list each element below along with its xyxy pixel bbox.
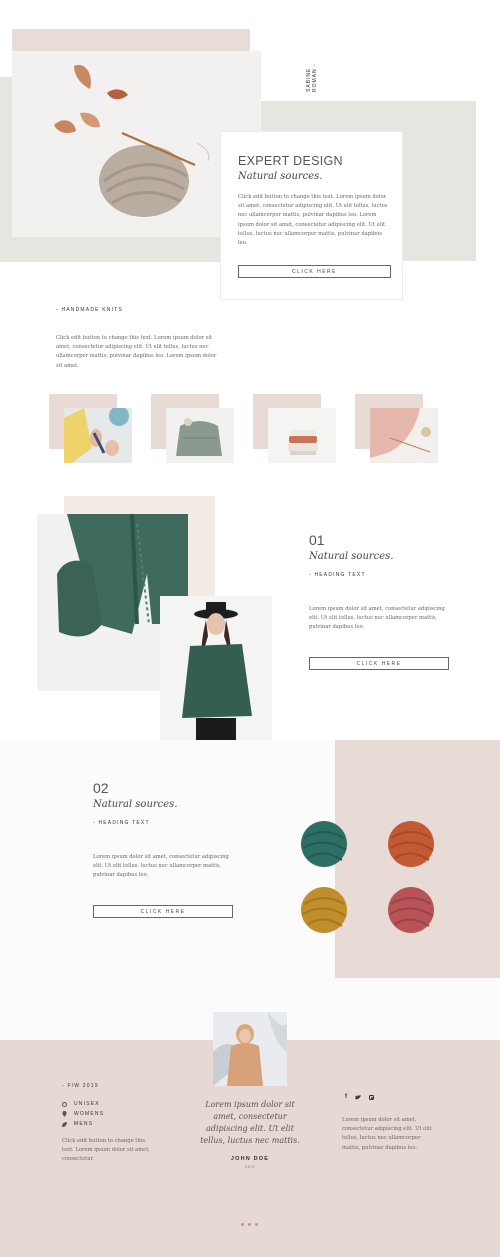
pagination-dots (241, 1223, 258, 1226)
feature2-body: Lorem ipsum dolor sit amet, consectetur … (93, 854, 229, 879)
feature1-body: Lorem ipsum dolor sit amet, consectetur … (309, 606, 445, 631)
pagination-dot[interactable] (255, 1223, 258, 1226)
hero-card: EXPERT DESIGN Natural sources. Click edi… (220, 131, 403, 300)
hero-bg-bottom (0, 237, 222, 262)
leaf-icon (62, 1121, 67, 1127)
instagram-icon[interactable] (369, 1094, 374, 1100)
side-credit: SABINE ROMAN - (306, 63, 318, 92)
thumb-1-photo (64, 408, 132, 463)
feature1-number: 01 (309, 532, 325, 548)
twitter-icon[interactable] (355, 1094, 361, 1100)
footer-social: f (345, 1094, 374, 1100)
pagination-dot[interactable] (248, 1223, 251, 1226)
yarn-ball-rose (387, 886, 437, 936)
footer-link-label: MENS (74, 1121, 94, 1127)
feature2-subtitle: Natural sources. (93, 799, 178, 810)
yarn-ball-teal (300, 820, 350, 870)
feature1-model-photo (160, 596, 272, 745)
footer-link-label: WOMENS (74, 1111, 105, 1117)
feature1-subtitle: Natural sources. (309, 551, 394, 562)
footer-quote: Lorem ipsum dolor sit amet, consectetur … (200, 1100, 300, 1145)
feature2-heading: - HEADING TEXT (93, 820, 150, 826)
knits-body: Click edit button to change this text. L… (56, 335, 217, 369)
knits-heading: - HANDMADE KNITS (56, 307, 123, 313)
pagination-dot[interactable] (241, 1223, 244, 1226)
footer-link-label: UNISEX (74, 1101, 100, 1107)
footer-link-unisex[interactable]: UNISEX (62, 1099, 104, 1109)
yarn-ball-orange (387, 820, 437, 870)
location-pin-icon (62, 1111, 67, 1117)
footer-right-text: Lorem ipsum dolor sit amet, consectetur … (342, 1117, 432, 1151)
thumb-2-photo (166, 408, 234, 463)
feature1-click-button[interactable]: CLICK HERE (309, 657, 449, 670)
footer-author: JOHN DOE (230, 1156, 270, 1162)
feature2-click-button[interactable]: CLICK HERE (93, 905, 233, 918)
footer-author-role: CEO (244, 1164, 256, 1169)
footer-left-text: Click edit button to change this text. L… (62, 1138, 150, 1163)
hero-click-button[interactable]: CLICK HERE (238, 265, 391, 278)
circle-icon (62, 1101, 67, 1107)
footer-model-photo (213, 1012, 287, 1086)
hero-title: EXPERT DESIGN (238, 154, 343, 168)
hero-body: Click edit button to change this text. L… (238, 194, 388, 247)
thumb-3-photo (268, 408, 336, 463)
footer-link-mens[interactable]: MENS (62, 1119, 104, 1129)
footer-link-womens[interactable]: WOMENS (62, 1109, 104, 1119)
thumb-4-photo (370, 408, 438, 463)
feature2-number: 02 (93, 780, 109, 796)
yarn-ball-mustard (300, 886, 350, 936)
hero-subtitle: Natural sources. (238, 171, 323, 182)
feature1-heading: - HEADING TEXT (309, 572, 366, 578)
footer-season: - F/W 2019 (62, 1083, 99, 1089)
footer-links: UNISEX WOMENS MENS (62, 1099, 104, 1129)
facebook-icon[interactable]: f (345, 1094, 347, 1100)
